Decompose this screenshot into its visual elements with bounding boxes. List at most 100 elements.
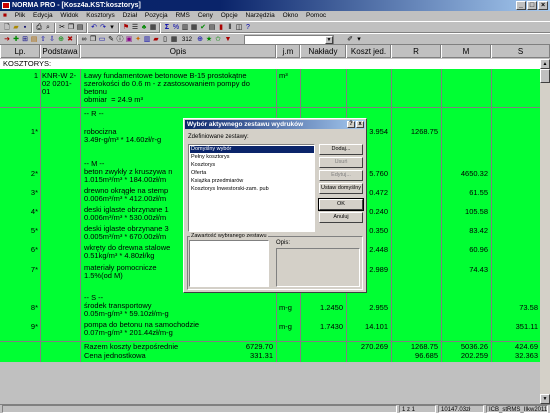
layout-icon[interactable]: ▦ (170, 36, 178, 44)
window-icon[interactable]: ◫ (235, 24, 243, 32)
note-icon[interactable]: ✎ (107, 36, 115, 44)
delete-icon[interactable]: ✖ (66, 36, 74, 44)
calc-icon[interactable]: ▥ (181, 24, 189, 32)
menu-narzedzia[interactable]: Narzędzia (243, 11, 278, 21)
col-lp[interactable]: Lp. (0, 45, 40, 58)
cut-icon[interactable]: ✂ (58, 24, 66, 32)
price-icon[interactable]: ✦ (134, 36, 142, 44)
catalog-icon[interactable]: ▤ (30, 36, 38, 44)
menu-kosztorys[interactable]: Kosztorys (83, 11, 118, 21)
filter-icon[interactable]: ▼ (224, 36, 232, 44)
menu-okno[interactable]: Okno (280, 11, 302, 21)
menu-plik[interactable]: Plik (12, 11, 28, 21)
rms-icon[interactable]: ▣ (125, 36, 133, 44)
expand-icon[interactable]: ⊕ (57, 36, 65, 44)
pen-icon[interactable]: ✐ (346, 36, 354, 44)
print-icon[interactable]: ⎙ (35, 24, 43, 32)
move-up-icon[interactable]: ⇧ (39, 36, 47, 44)
list-icon[interactable]: ☰ (131, 24, 139, 32)
print-set-list[interactable]: Domyślny wybór Pełny kosztorys Kosztorys… (188, 144, 315, 232)
menu-pomoc[interactable]: Pomoc (303, 11, 329, 21)
insert-icon[interactable]: ➜ (3, 36, 11, 44)
list-item[interactable]: Domyślny wybór (190, 146, 314, 153)
close-button[interactable]: × (538, 1, 548, 10)
add-set-button[interactable]: Dodaj... (319, 144, 363, 155)
info-icon[interactable]: ⓘ (116, 36, 124, 44)
dialog-help-button[interactable]: ? (347, 121, 355, 128)
paste-icon[interactable]: ▤ (76, 24, 84, 32)
toolbar-standard: 🗋 ▰ ▪ ⎙ ⌕ ✂ ❐ ▤ ↶ ↷ ▾ ⚑ ☰ ♣ ▦ Σ % ▥ ▦ ✔ … (0, 21, 550, 33)
ok-button[interactable]: OK (318, 198, 364, 211)
copy-row-icon[interactable]: ❐ (89, 36, 97, 44)
bookmark-icon[interactable]: ▰ (152, 36, 160, 44)
col-koszt[interactable]: Koszt jed. (346, 45, 391, 58)
undo-icon[interactable]: ↶ (90, 24, 98, 32)
columns-icon[interactable]: ⫴ (226, 24, 234, 32)
list-item[interactable]: Książka przedmiarów (190, 178, 314, 185)
delete-set-button[interactable]: Usuń (319, 157, 363, 168)
move-down-icon[interactable]: ⇩ (48, 36, 56, 44)
chevron-down-icon[interactable]: ▼ (325, 36, 333, 44)
redo-icon[interactable]: ↷ (99, 24, 107, 32)
col-podstawa[interactable]: Podstawa (40, 45, 80, 58)
menu-widok[interactable]: Widok (57, 11, 81, 21)
col-opis[interactable]: Opis (80, 45, 276, 58)
dialog-close-button[interactable]: x (356, 121, 364, 128)
menu-pozycja[interactable]: Pozycja (142, 11, 171, 21)
col-s[interactable]: S (491, 45, 550, 58)
report-icon[interactable]: ▤ (208, 24, 216, 32)
col-naklady[interactable]: Nakłady (300, 45, 346, 58)
col-jm[interactable]: j.m (276, 45, 300, 58)
chart-icon[interactable]: ▮ (217, 24, 225, 32)
scroll-down-icon[interactable]: ▼ (540, 394, 550, 404)
menu-ceny[interactable]: Ceny (195, 11, 216, 21)
save-icon[interactable]: ▪ (21, 24, 29, 32)
preview-icon[interactable]: ⌕ (44, 24, 52, 32)
cancel-button[interactable]: Anuluj (319, 212, 363, 223)
table-icon[interactable]: ▦ (190, 24, 198, 32)
grid-icon[interactable]: ▦ (149, 24, 157, 32)
font-size-value[interactable]: 312 (180, 36, 194, 44)
check-icon[interactable]: ✔ (199, 24, 207, 32)
page-icon[interactable]: ▯ (161, 36, 169, 44)
set-contents-list[interactable] (189, 240, 269, 287)
scroll-up-icon[interactable]: ▲ (540, 59, 550, 69)
col-r[interactable]: R (391, 45, 441, 58)
menu-rms[interactable]: RMS (172, 11, 192, 21)
link-icon[interactable]: ∞ (80, 36, 88, 44)
copy-icon[interactable]: ❐ (67, 24, 75, 32)
pen-dropdown-icon[interactable]: ▾ (355, 36, 363, 44)
list-item[interactable]: Kosztorys (190, 162, 314, 169)
edit-set-button[interactable]: Edytuj... (319, 170, 363, 181)
col-m[interactable]: M (441, 45, 491, 58)
vertical-scrollbar[interactable]: ▲ ▼ (540, 59, 550, 404)
zoom-combo[interactable]: ▼ (244, 35, 334, 45)
totals-cena-r: 96.685 (415, 351, 438, 360)
list-item[interactable]: Oferta (190, 170, 314, 177)
new-icon[interactable]: 🗋 (3, 24, 11, 32)
add-icon[interactable]: ✚ (12, 36, 20, 44)
add-element-icon[interactable]: ⊞ (21, 36, 29, 44)
sum-icon[interactable]: Σ (163, 24, 171, 32)
open-icon[interactable]: ▰ (12, 24, 20, 32)
tree-icon[interactable]: ♣ (140, 24, 148, 32)
flag-icon[interactable]: ⚑ (122, 24, 130, 32)
menu-icon[interactable]: ■ (0, 11, 10, 21)
menu-edycja[interactable]: Edycja (30, 11, 56, 21)
star-icon[interactable]: ★ (205, 36, 213, 44)
measure-icon[interactable]: ▭ (98, 36, 106, 44)
minimize-button[interactable]: _ (516, 1, 526, 10)
star-outline-icon[interactable]: ✩ (214, 36, 222, 44)
set-default-button[interactable]: Ustaw domyślny (319, 183, 363, 194)
zoom-icon[interactable]: ⊕ (196, 36, 204, 44)
help-icon[interactable]: ? (244, 24, 252, 32)
dropdown-icon[interactable]: ▾ (108, 24, 116, 32)
menu-dzial[interactable]: Dział (120, 11, 140, 21)
maximize-button[interactable]: □ (527, 1, 537, 10)
list-item[interactable]: Pełny kosztorys (190, 154, 314, 161)
percent-icon[interactable]: % (172, 24, 180, 32)
book-icon[interactable]: ▥ (143, 36, 151, 44)
list-item[interactable]: Kosztorys Inwestorski-zam. pub (190, 186, 314, 193)
scroll-thumb[interactable] (540, 69, 550, 83)
menu-opcje[interactable]: Opcje (218, 11, 241, 21)
